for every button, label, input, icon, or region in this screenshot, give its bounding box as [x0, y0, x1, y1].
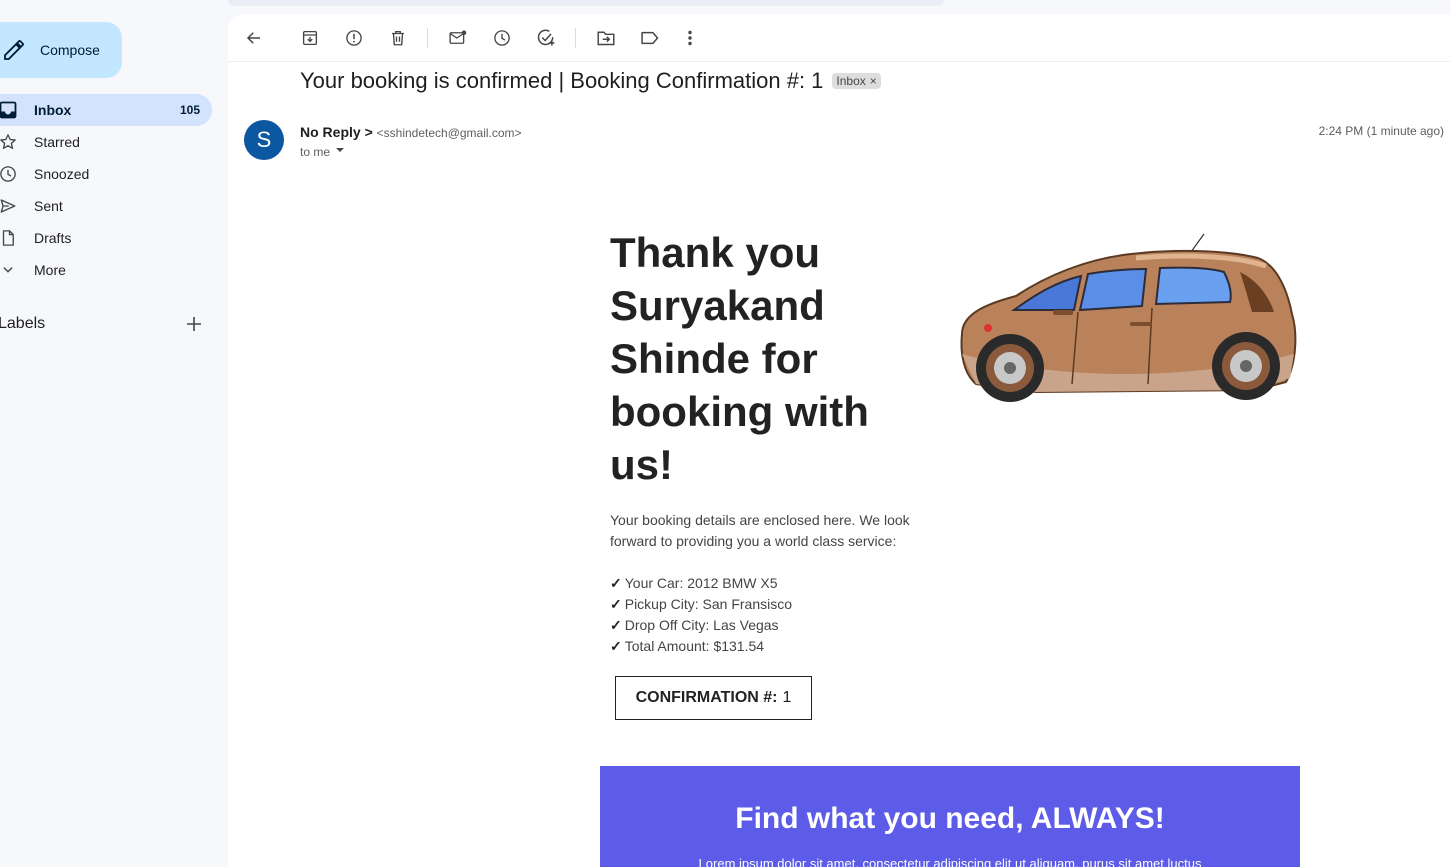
caret-down-icon	[334, 144, 346, 159]
detail-text: Drop Off City: Las Vegas	[624, 617, 779, 633]
sidebar-item-label: Sent	[34, 198, 63, 214]
list-item: ✓ Total Amount: $131.54	[610, 636, 930, 657]
recipient-label: to me	[300, 144, 331, 159]
chevron-down-icon	[0, 260, 18, 280]
booking-intro-text: Your booking details are enclosed here. …	[610, 512, 910, 549]
timestamp: 2:24 PM (1 minute ago)	[1318, 124, 1444, 138]
checkmark-icon: ✓	[610, 638, 622, 654]
recipient-details[interactable]: to me	[300, 144, 346, 159]
move-to-icon[interactable]	[594, 26, 618, 50]
pencil-icon	[2, 38, 26, 62]
star-icon	[0, 132, 18, 152]
avatar[interactable]: S	[244, 120, 284, 160]
sidebar-item-label: Inbox	[34, 102, 72, 118]
sidebar-item-inbox[interactable]: Inbox 105	[0, 94, 212, 126]
toolbar-divider	[575, 28, 576, 48]
sidebar-item-sent[interactable]: Sent	[0, 190, 212, 222]
checkmark-icon: ✓	[610, 596, 622, 612]
sender-row: S No Reply > <sshindetech@gmail.com> to …	[244, 120, 1444, 164]
toolbar-divider	[427, 28, 428, 48]
thank-you-heading: Thank you Suryakand Shinde for booking w…	[610, 229, 869, 488]
detail-text: Total Amount: $131.54	[624, 638, 765, 654]
sidebar-item-label: Drafts	[34, 230, 72, 246]
confirmation-number: 1	[782, 689, 792, 706]
snooze-icon[interactable]	[490, 26, 514, 50]
chip-label: Inbox	[836, 74, 866, 88]
car-illustration	[960, 233, 1297, 402]
email-subject: Your booking is confirmed | Booking Conf…	[300, 68, 824, 93]
promo-title: Find what you need, ALWAYS!	[735, 802, 1165, 835]
sender-info: No Reply > <sshindetech@gmail.com>	[300, 124, 522, 140]
confirmation-label: CONFIRMATION #:	[635, 689, 778, 706]
send-icon	[0, 196, 18, 216]
mark-unread-icon[interactable]	[446, 26, 470, 50]
clock-icon	[0, 164, 18, 184]
add-label-icon[interactable]	[182, 312, 206, 336]
promo-banner: Find what you need, ALWAYS! Lorem ipsum …	[600, 766, 1300, 867]
list-item: ✓ Drop Off City: Las Vegas	[610, 615, 930, 636]
sidebar-item-label: More	[34, 262, 66, 278]
archive-icon[interactable]	[298, 26, 322, 50]
labels-title: Labels	[0, 315, 46, 332]
more-icon[interactable]	[678, 26, 702, 50]
nav-list: Inbox 105 Starred Snoozed Sent Drafts Mo…	[0, 94, 212, 286]
sidebar: Compose Inbox 105 Starred Snoozed Sent D…	[0, 0, 228, 867]
sidebar-item-label: Starred	[34, 134, 80, 150]
inbox-icon	[0, 100, 18, 120]
search-bar[interactable]	[228, 0, 944, 6]
detail-text: Pickup City: San Fransisco	[624, 596, 793, 612]
list-item: ✓ Your Car: 2012 BMW X5	[610, 573, 930, 594]
delete-icon[interactable]	[386, 26, 410, 50]
sidebar-item-more[interactable]: More	[0, 254, 212, 286]
sidebar-item-drafts[interactable]: Drafts	[0, 222, 212, 254]
compose-label: Compose	[40, 42, 100, 58]
labels-header: Labels	[0, 312, 212, 336]
confirmation-box: CONFIRMATION #: 1	[615, 676, 812, 720]
promo-text: Lorem ipsum dolor sit amet, consectetur …	[698, 856, 1202, 867]
unread-count: 105	[179, 103, 200, 117]
back-icon[interactable]	[242, 26, 266, 50]
checkmark-icon: ✓	[610, 617, 622, 633]
remove-label-icon[interactable]: ×	[870, 74, 877, 88]
sidebar-item-starred[interactable]: Starred	[0, 126, 212, 158]
list-item: ✓ Pickup City: San Fransisco	[610, 594, 930, 615]
sender-email: <sshindetech@gmail.com>	[376, 126, 522, 140]
message-toolbar	[228, 14, 1450, 62]
detail-text: Your Car: 2012 BMW X5	[624, 575, 778, 591]
email-subject-row: Your booking is confirmed | Booking Conf…	[300, 68, 881, 94]
sidebar-item-label: Snoozed	[34, 166, 90, 182]
label-icon[interactable]	[638, 26, 662, 50]
message-panel: Your booking is confirmed | Booking Conf…	[228, 14, 1450, 867]
sender-name[interactable]: No Reply >	[300, 124, 373, 140]
report-spam-icon[interactable]	[342, 26, 366, 50]
booking-details-list: ✓ Your Car: 2012 BMW X5 ✓ Pickup City: San…	[610, 573, 930, 657]
draft-icon	[0, 228, 18, 248]
sidebar-item-snoozed[interactable]: Snoozed	[0, 158, 212, 190]
inbox-label-chip[interactable]: Inbox ×	[832, 73, 881, 89]
compose-button[interactable]: Compose	[0, 22, 122, 78]
checkmark-icon: ✓	[610, 575, 622, 591]
add-task-icon[interactable]	[534, 26, 558, 50]
